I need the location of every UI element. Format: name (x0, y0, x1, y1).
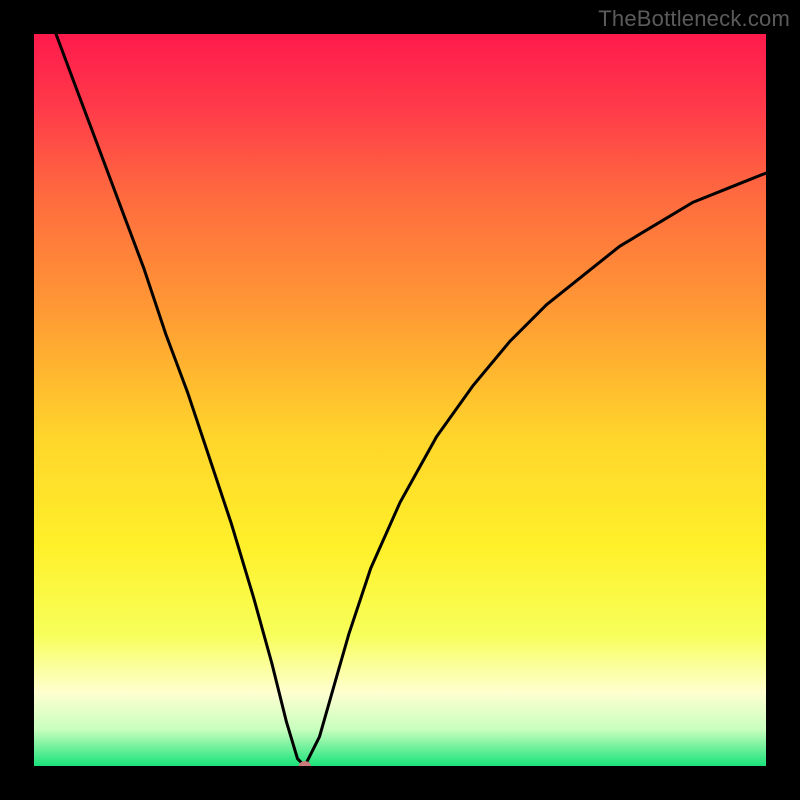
chart-frame: TheBottleneck.com (0, 0, 800, 800)
gradient-background (34, 34, 766, 766)
watermark-text: TheBottleneck.com (598, 6, 790, 32)
chart-svg (34, 34, 766, 766)
plot-area (34, 34, 766, 766)
